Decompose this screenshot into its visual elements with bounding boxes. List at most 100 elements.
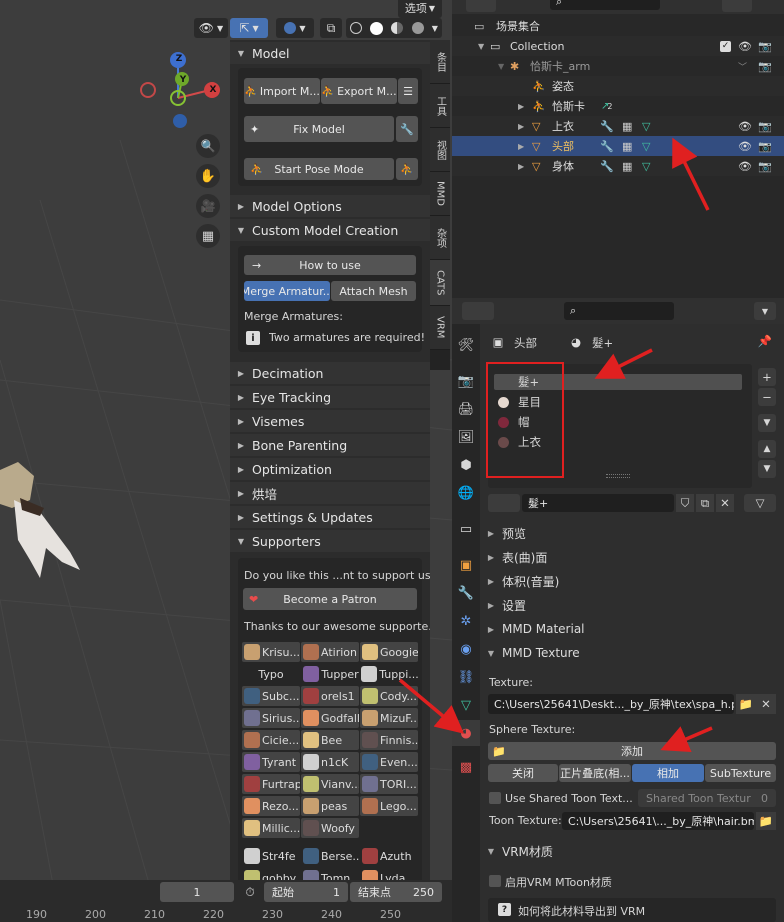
view-object-types-dropdown[interactable]: 👁 ▼: [194, 18, 228, 38]
custom-model-header[interactable]: ▼ Custom Model Creation: [230, 219, 430, 241]
outliner-row[interactable]: ▶ ⛹ 恰斯卡 ↗ 2: [452, 96, 784, 116]
eye-icon[interactable]: 👁: [738, 140, 752, 153]
start-pose-mode-button[interactable]: ⛹ Start Pose Mode: [244, 158, 394, 180]
toon-texture-path-field[interactable]: C:\Users\25641\..._by_原神\hair.bmp: [562, 812, 754, 830]
settings-section[interactable]: ▶ 设置: [480, 594, 784, 616]
decimation-header[interactable]: ▶ Decimation: [230, 362, 430, 384]
sphere-mode-subtexture[interactable]: SubTexture: [705, 764, 776, 782]
collection-icon[interactable]: ▭: [452, 516, 480, 542]
supporter-button[interactable]: Tyrant: [242, 752, 300, 772]
supporter-button[interactable]: Cody...: [360, 686, 418, 706]
become-patron-button[interactable]: ❤ Become a Patron: [243, 588, 417, 610]
camera-icon[interactable]: 📷: [758, 60, 772, 73]
scene-collection-row[interactable]: ▭ 场景集合: [452, 16, 784, 36]
supporter-button[interactable]: Sirius...: [242, 708, 300, 728]
outliner-row[interactable]: ▼ ✱ 恰斯卡_arm ﹀ 📷: [452, 56, 784, 76]
outliner-row[interactable]: ⛹ 姿态: [452, 76, 784, 96]
shading-modes[interactable]: ▼: [346, 18, 442, 38]
tab-mmd[interactable]: MMD: [430, 172, 450, 216]
eye-icon[interactable]: 👁: [738, 120, 752, 133]
menu-icon[interactable]: ☰: [398, 78, 418, 104]
editor-type-dropdown[interactable]: [462, 302, 494, 320]
material-icon[interactable]: ◕: [452, 720, 480, 746]
sphere-mode-add[interactable]: 相加: [632, 764, 704, 782]
gizmo-toggle[interactable]: ⇱ ▼: [230, 18, 268, 38]
camera-icon[interactable]: 📷: [758, 40, 772, 53]
solid-shading-icon[interactable]: [370, 21, 384, 35]
material-shading-icon[interactable]: [391, 22, 404, 34]
clear-x-icon[interactable]: ✕: [756, 694, 776, 714]
texture-path-field[interactable]: C:\Users\25641\Deskt..._by_原神\tex\spa_h.…: [488, 694, 734, 714]
eye-tracking-header[interactable]: ▶ Eye Tracking: [230, 386, 430, 408]
duplicate-icon[interactable]: ⧉: [696, 494, 714, 512]
chevron-down-icon[interactable]: ▼: [754, 302, 776, 320]
supporter-button[interactable]: MizuF...: [360, 708, 418, 728]
supporter-button[interactable]: peas: [301, 796, 359, 816]
folder-icon[interactable]: 📁: [736, 694, 756, 714]
supporter-button[interactable]: Str4fe: [242, 846, 300, 866]
volume-section[interactable]: ▶ 体积(音量): [480, 570, 784, 592]
display-mode-dropdown[interactable]: [466, 0, 496, 12]
texture-icon[interactable]: ▩: [452, 754, 480, 780]
move-down-button[interactable]: ▼: [758, 460, 776, 478]
merge-armatures-tab[interactable]: Merge Armatur...: [244, 281, 330, 301]
supporter-button[interactable]: Bee: [301, 730, 359, 750]
how-to-use-button[interactable]: → How to use: [244, 255, 416, 275]
mmd-texture-section[interactable]: ▼ MMD Texture: [480, 642, 784, 664]
add-slot-button[interactable]: +: [758, 368, 776, 386]
surface-section[interactable]: ▶ 表(曲)面: [480, 546, 784, 568]
visemes-header[interactable]: ▶ Visemes: [230, 410, 430, 432]
supporter-button[interactable]: Typo: [242, 664, 300, 684]
export-model-button[interactable]: ⛹ Export M...: [321, 78, 397, 104]
shared-toon-field[interactable]: Shared Toon Textur 0: [638, 789, 776, 807]
tab-misc[interactable]: 杂项: [430, 216, 450, 260]
checkbox-checked-icon[interactable]: ✓: [720, 40, 731, 52]
filter-dropdown[interactable]: [722, 0, 752, 12]
tab-item[interactable]: 条目: [430, 40, 450, 84]
vrm-material-section[interactable]: ▼ VRM材质: [480, 840, 784, 862]
camera-icon[interactable]: 📷: [758, 140, 772, 153]
properties-search-input[interactable]: ⌕: [564, 302, 674, 320]
pan-hand-icon[interactable]: ✋: [196, 164, 220, 188]
supporter-button[interactable]: Krisu...: [242, 642, 300, 662]
material-name-field[interactable]: 髮+: [522, 494, 674, 512]
supporter-button[interactable]: Woofy: [301, 818, 359, 838]
fix-model-button[interactable]: ✦ Fix Model: [244, 116, 394, 142]
outliner-row-selected[interactable]: ▶ ▽ 头部 🔧 ▦ ▽ 👁 📷: [452, 136, 784, 156]
zoom-icon[interactable]: 🔍: [196, 134, 220, 158]
use-shared-toon-checkbox[interactable]: [489, 792, 501, 804]
supporters-header[interactable]: ▼ Supporters: [230, 530, 430, 552]
wireframe-shading-icon[interactable]: [350, 22, 363, 34]
overlays-dropdown[interactable]: ▼: [276, 18, 314, 38]
folder-icon[interactable]: 📁: [756, 812, 776, 830]
particles-icon[interactable]: ✲: [452, 608, 480, 634]
supporter-button[interactable]: Tupper: [301, 664, 359, 684]
bone-parenting-header[interactable]: ▶ Bone Parenting: [230, 434, 430, 456]
supporter-button[interactable]: orels1: [301, 686, 359, 706]
supporter-button[interactable]: Atirion: [301, 642, 359, 662]
wrench-icon[interactable]: 🔧: [396, 116, 418, 142]
supporter-button[interactable]: Rezo...: [242, 796, 300, 816]
tab-view[interactable]: 视图: [430, 128, 450, 172]
supporter-button[interactable]: Millic...: [242, 818, 300, 838]
tab-cats[interactable]: CATS: [430, 260, 450, 306]
bake-header[interactable]: ▶ 烘培: [230, 482, 430, 504]
camera-icon[interactable]: 📷: [758, 160, 772, 173]
supporter-button[interactable]: Godfall: [301, 708, 359, 728]
supporter-button[interactable]: Even...: [360, 752, 418, 772]
sphere-mode-multiply[interactable]: 正片叠底(相...: [559, 764, 631, 782]
link-mode-dropdown[interactable]: ▽: [744, 494, 776, 512]
outliner-row[interactable]: ▼ ▭ Collection ✓ 👁 📷: [452, 36, 784, 56]
model-section-header[interactable]: ▼ Model: [230, 42, 430, 64]
supporter-button[interactable]: Berse...: [301, 846, 359, 866]
scene-icon[interactable]: ⬢: [452, 452, 480, 478]
import-model-button[interactable]: ⛹ Import M...: [244, 78, 320, 104]
outliner-row[interactable]: ▶ ▽ 身体 🔧 ▦ ▽ 👁 📷: [452, 156, 784, 176]
sphere-add-button[interactable]: 📁 添加: [488, 742, 776, 760]
render-icon[interactable]: 📷: [452, 368, 480, 394]
eye-icon[interactable]: 👁: [738, 40, 752, 53]
supporter-button[interactable]: n1cK: [301, 752, 359, 772]
supporter-button[interactable]: Subc...: [242, 686, 300, 706]
physics-icon[interactable]: ◉: [452, 636, 480, 662]
modifier-wrench-icon[interactable]: 🔧: [452, 580, 480, 606]
